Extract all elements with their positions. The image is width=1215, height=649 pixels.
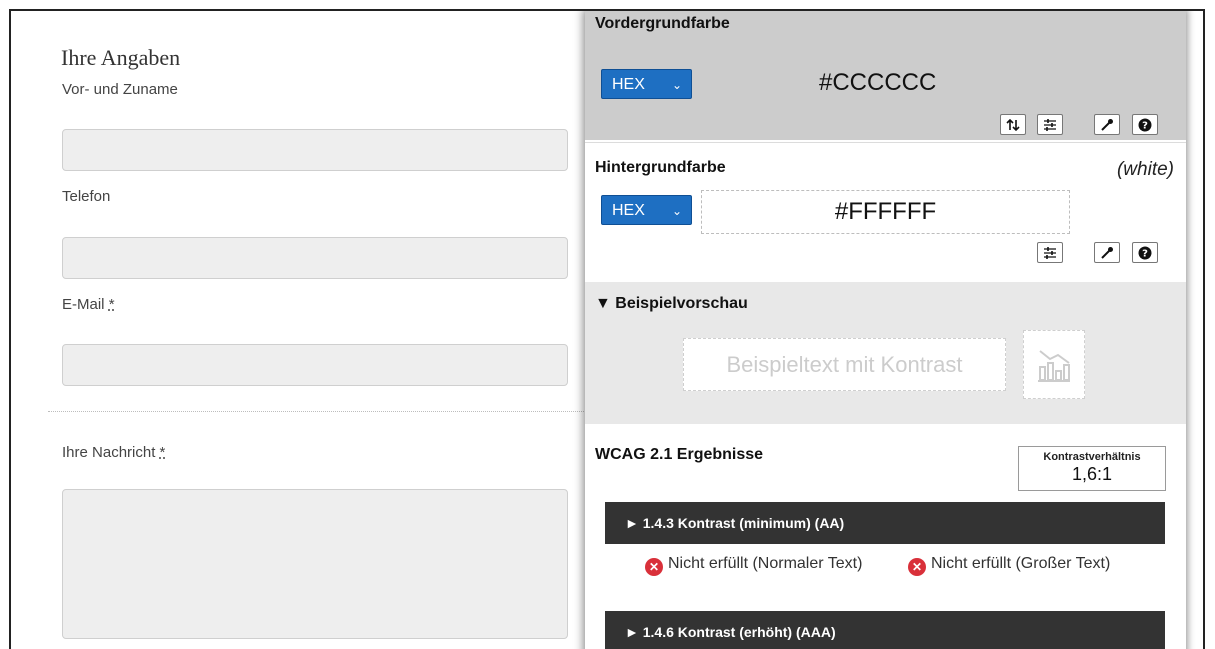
foreground-section: Vordergrundfarbe HEX ⌄ #CCCCCC ? [585,11,1186,140]
sliders-icon[interactable] [1037,114,1063,135]
name-label: Vor- und Zuname [62,81,178,98]
background-color-name: (white) [1116,159,1174,180]
help-icon[interactable]: ? [1132,242,1158,263]
phone-input[interactable] [62,237,568,279]
help-icon[interactable]: ? [1132,114,1158,135]
foreground-heading: Vordergrundfarbe [595,15,730,32]
results-section: WCAG 2.1 Ergebnisse Kontrastverhältnis 1… [585,424,1186,649]
svg-text:?: ? [1142,248,1148,259]
svg-text:?: ? [1142,120,1148,131]
chevron-down-icon: ⌄ [671,78,682,92]
format-label: HEX [612,202,645,219]
required-marker: * [159,444,166,461]
background-format-select[interactable]: HEX ⌄ [601,195,692,225]
phone-label: Telefon [62,188,111,205]
contrast-ratio-value: 1,6:1 [1071,464,1113,484]
foreground-hex-value[interactable]: #CCCCCC [819,69,936,97]
name-input[interactable] [62,129,568,171]
preview-section: ▼ Beispielvorschau Beispieltext mit Kont… [585,282,1186,424]
contrast-ratio-box: Kontrastverhältnis 1,6:1 [1018,446,1166,491]
required-marker: * [108,296,115,313]
chevron-down-icon: ⌄ [671,204,682,218]
background-heading: Hintergrundfarbe [595,159,726,176]
email-label: E-Mail * [62,296,115,313]
page-frame: Ihre Angaben Vor- und Zuname Telefon E-M… [9,9,1205,649]
form-title: Ihre Angaben [61,45,181,70]
eyedropper-icon[interactable] [1094,242,1120,263]
sliders-icon[interactable] [1037,242,1063,263]
foreground-format-select[interactable]: HEX ⌄ [601,69,692,99]
sample-graphic-preview [1023,330,1085,399]
results-heading: WCAG 2.1 Ergebnisse [595,446,764,463]
fail-icon: ✕ [645,558,663,576]
eyedropper-icon[interactable] [1094,114,1120,135]
message-textarea[interactable] [62,489,568,639]
background-hex-input[interactable]: #FFFFFF [701,190,1070,234]
sample-text-preview: Beispieltext mit Kontrast [683,338,1006,391]
chart-icon [1038,349,1070,382]
contrast-ratio-label: Kontrastverhältnis [1043,451,1141,463]
result-large-text: ✕ Nicht erfüllt (Großer Text) [908,554,1178,576]
result-normal-text: ✕ Nicht erfüllt (Normaler Text) [645,554,895,576]
preview-toggle[interactable]: ▼ Beispielvorschau [595,295,748,313]
fail-icon: ✕ [908,558,926,576]
background-section: Hintergrundfarbe (white) HEX ⌄ #FFFFFF ? [585,142,1186,281]
contrast-checker-panel: Vordergrundfarbe HEX ⌄ #CCCCCC ? Hinterg… [585,11,1186,649]
criterion-1-4-6-toggle[interactable]: ► 1.4.6 Kontrast (erhöht) (AAA) [605,611,1165,649]
swap-icon[interactable] [1000,114,1026,135]
form-divider [48,411,584,412]
message-label: Ihre Nachricht * [62,444,166,461]
criterion-1-4-3-toggle[interactable]: ► 1.4.3 Kontrast (minimum) (AA) [605,502,1165,544]
email-input[interactable] [62,344,568,386]
format-label: HEX [612,76,645,93]
